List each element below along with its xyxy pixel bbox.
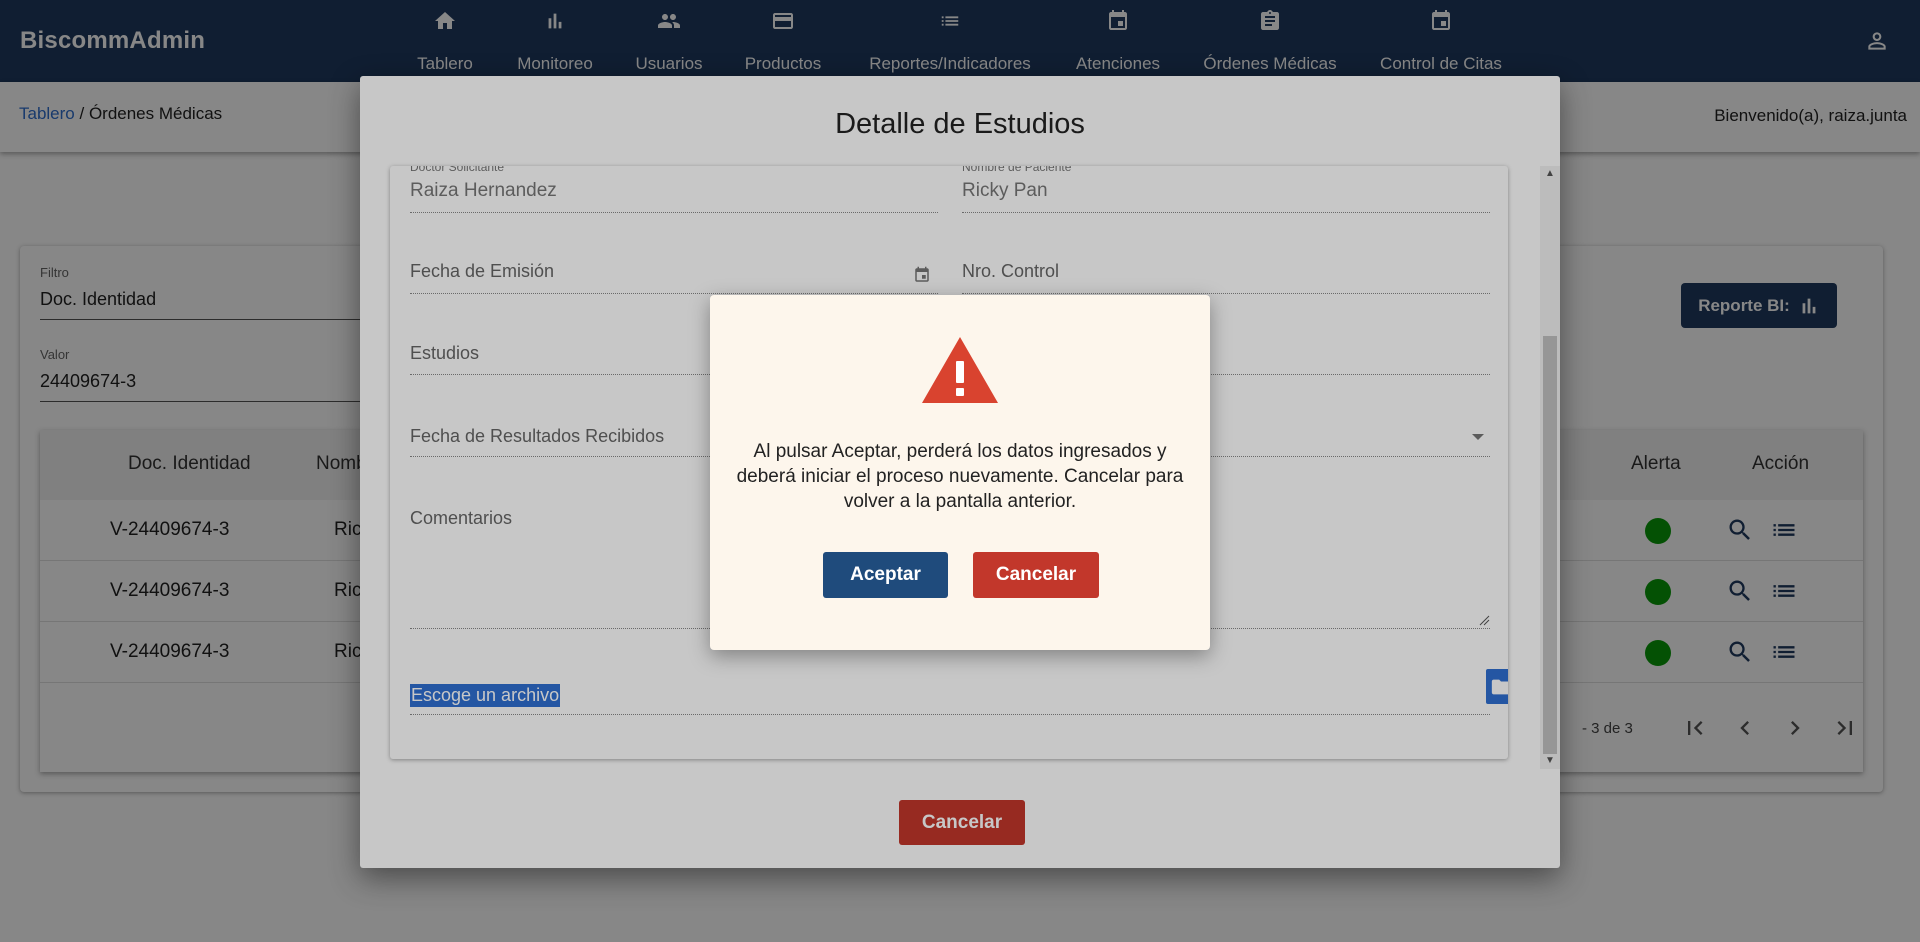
alert-message: Al pulsar Aceptar, perderá los datos ing…	[736, 441, 1184, 512]
alert-cancel-button[interactable]: Cancelar	[973, 552, 1099, 598]
accept-button[interactable]: Aceptar	[823, 552, 948, 598]
warning-icon	[922, 337, 998, 403]
confirm-alert-dialog: Al pulsar Aceptar, perderá los datos ing…	[710, 295, 1210, 650]
